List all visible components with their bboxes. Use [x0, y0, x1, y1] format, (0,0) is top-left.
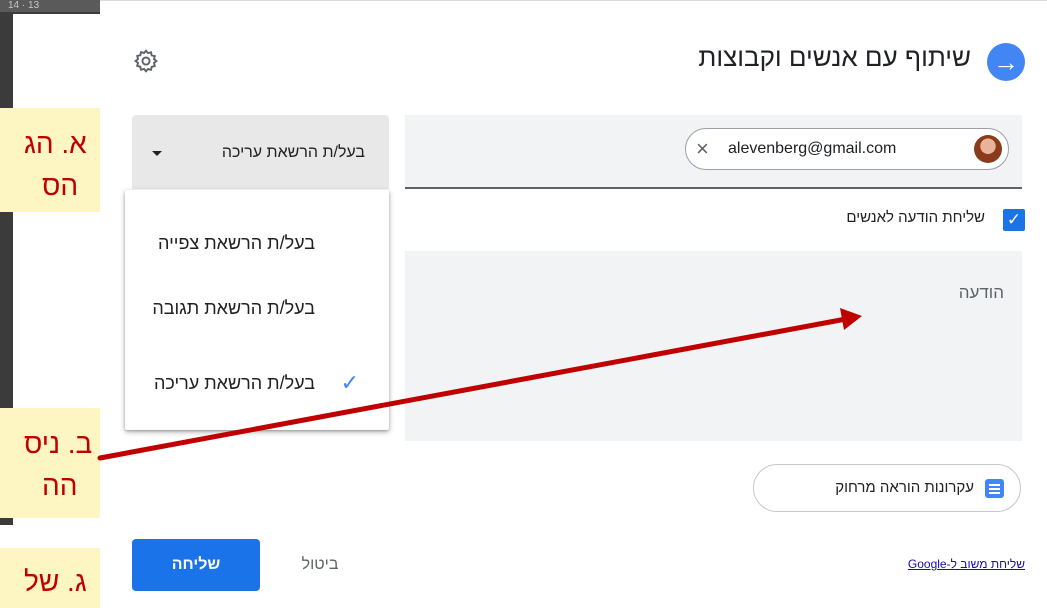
message-field[interactable]: הודעה	[405, 251, 1022, 441]
callout-a: א. הג הס	[0, 108, 100, 212]
message-placeholder: הודעה	[958, 283, 1004, 302]
classroom-icon	[985, 479, 1004, 498]
send-button[interactable]: שליחה	[132, 539, 260, 591]
callout-b-line1: ב. ניס	[24, 428, 93, 459]
menu-item-label: בעל/ת הרשאת תגובה	[152, 298, 315, 318]
gear-icon[interactable]	[133, 48, 159, 74]
callout-b: ב. ניס הה	[0, 408, 100, 518]
callout-c-line1: ג. של	[24, 566, 87, 597]
check-icon: ✓	[340, 370, 359, 395]
arrow-right-icon: →	[993, 47, 1019, 77]
permission-select[interactable]: בעל/ת הרשאת עריכה	[132, 115, 389, 189]
remove-recipient-icon[interactable]: ×	[696, 137, 709, 161]
permission-select-value: בעל/ת הרשאת עריכה	[221, 144, 365, 161]
feedback-link[interactable]: שליחת משוב ל-Google	[908, 557, 1025, 571]
menu-item-label: בעל/ת הרשאת צפייה	[158, 233, 315, 253]
menu-item-viewer[interactable]: בעל/ת הרשאת צפייה	[125, 213, 389, 273]
back-button[interactable]: →	[987, 43, 1025, 81]
recipients-field[interactable]: × alevenberg@gmail.com	[405, 115, 1022, 189]
callout-c: ג. של	[0, 548, 100, 608]
menu-item-editor[interactable]: ✓ בעל/ת הרשאת עריכה	[125, 353, 389, 413]
classroom-label: עקרונות הוראה מרחוק	[835, 479, 974, 496]
chevron-down-icon	[152, 151, 162, 156]
dialog-title: שיתוף עם אנשים וקבוצות	[698, 42, 971, 72]
cancel-button[interactable]: ביטול	[285, 539, 355, 591]
classroom-chip[interactable]: עקרונות הוראה מרחוק	[753, 464, 1021, 512]
permission-menu: בעל/ת הרשאת צפייה בעל/ת הרשאת תגובה ✓ בע…	[125, 190, 389, 430]
callout-b-line2: הה	[42, 470, 78, 501]
callout-a-line2: הס	[42, 170, 79, 201]
notify-label: שליחת הודעה לאנשים	[846, 209, 985, 226]
notify-checkbox[interactable]: ✓	[1003, 209, 1025, 231]
menu-item-label: בעל/ת הרשאת עריכה	[153, 373, 315, 393]
callout-a-line1: א. הג	[24, 128, 87, 159]
menu-item-commenter[interactable]: בעל/ת הרשאת תגובה	[125, 278, 389, 338]
avatar	[974, 135, 1002, 163]
recipient-email: alevenberg@gmail.com	[728, 140, 897, 157]
recipient-chip[interactable]: × alevenberg@gmail.com	[685, 128, 1009, 170]
background-ruler: 14 · 13	[0, 0, 100, 12]
